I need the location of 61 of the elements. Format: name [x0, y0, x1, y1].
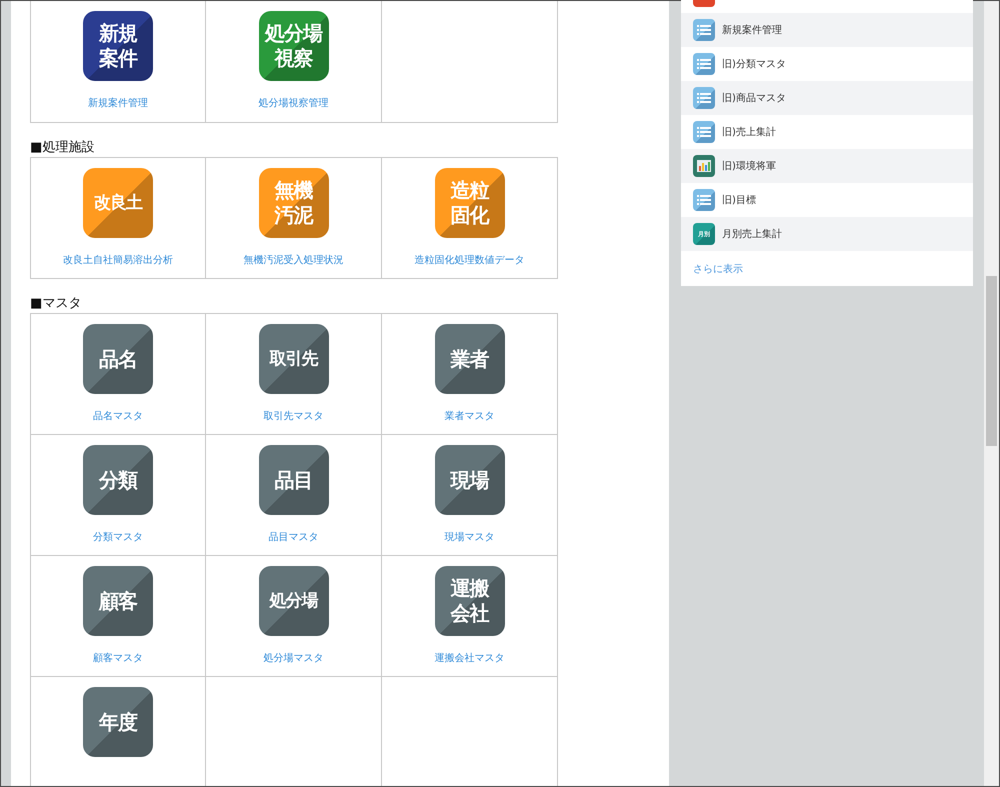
tile-link[interactable]: 処分場視察管理: [258, 97, 328, 110]
menu-item-label[interactable]: 月別売上集計: [722, 227, 782, 241]
app-icon[interactable]: 品目: [258, 445, 328, 515]
icon-label: 顧客: [99, 588, 137, 614]
tile-link[interactable]: 造粒固化処理数値データ: [414, 254, 524, 267]
bar-chart-icon[interactable]: [693, 155, 715, 177]
tile-link[interactable]: 改良土自社簡易溶出分析: [63, 254, 173, 267]
menu-item-label[interactable]: 新規案件管理: [722, 23, 782, 37]
list-icon[interactable]: [693, 121, 715, 143]
icon-label: 品名: [99, 346, 137, 372]
app-icon[interactable]: 年度: [83, 687, 153, 757]
icon-label: 処分場 視察: [265, 21, 322, 71]
icon-label: 分類: [99, 468, 137, 492]
app-icon[interactable]: 分類: [83, 445, 153, 515]
menu-item-label[interactable]: 旧)商品マスタ: [722, 91, 786, 105]
icon-label: 造粒 固化: [450, 178, 488, 228]
show-more-link[interactable]: さらに表示: [693, 262, 743, 276]
app-icon[interactable]: 品名: [83, 324, 153, 394]
icon-label: 品目: [274, 468, 312, 492]
icon-label: 運搬 会社: [450, 576, 488, 626]
icon-label: 業者: [450, 346, 488, 372]
tile-link[interactable]: 処分場マスタ: [264, 652, 324, 665]
icon-label: 無機 汚泥: [274, 178, 312, 228]
app-icon[interactable]: 処分場: [258, 566, 328, 636]
menu-item-label[interactable]: 旧)目標: [722, 193, 756, 207]
tile-link[interactable]: 顧客マスタ: [93, 652, 143, 665]
tile-link[interactable]: 無機汚泥受入処理状況: [244, 254, 344, 267]
scrollbar-thumb[interactable]: [986, 276, 998, 446]
app-icon[interactable]: 顧客: [83, 566, 153, 636]
icon-label: 取引先: [270, 348, 318, 370]
app-icon[interactable]: 現場: [434, 445, 504, 515]
scrollbar[interactable]: [984, 1, 999, 786]
app-icon[interactable]: 無機 汚泥: [258, 168, 328, 238]
list-icon[interactable]: [693, 19, 715, 41]
icon-label: 現場: [450, 468, 488, 492]
app-icon[interactable]: 処分場 視察: [258, 11, 328, 81]
app-icon[interactable]: 業者: [434, 324, 504, 394]
list-icon[interactable]: [693, 53, 715, 75]
icon-label: 年度: [99, 710, 137, 734]
icon-label: 処分場: [270, 590, 318, 612]
tile-link[interactable]: 業者マスタ: [444, 410, 494, 423]
tile-link[interactable]: 取引先マスタ: [264, 410, 324, 423]
menu-item-label[interactable]: 旧)売上集計: [722, 125, 776, 139]
list-icon[interactable]: [693, 87, 715, 109]
tile-link[interactable]: 運搬会社マスタ: [434, 652, 504, 665]
section-heading: ■マスタ: [30, 295, 82, 313]
app-icon[interactable]: 取引先: [258, 324, 328, 394]
icon-label: 新規 案件: [99, 21, 137, 71]
section-heading: ■処理施設: [30, 139, 94, 157]
menu-item-label[interactable]: 旧)分類マスタ: [722, 57, 786, 71]
tile-link[interactable]: 品名マスタ: [93, 410, 143, 423]
icon-label: 改良土: [94, 192, 142, 214]
app-icon[interactable]: 運搬 会社: [434, 566, 504, 636]
tile-link[interactable]: 分類マスタ: [93, 531, 143, 544]
tile-link[interactable]: 品目マスタ: [268, 531, 318, 544]
tile-link[interactable]: 新規案件管理: [88, 97, 148, 110]
app-icon[interactable]: 造粒 固化: [434, 168, 504, 238]
list-icon[interactable]: [693, 189, 715, 211]
menu-item-label[interactable]: 旧)環境将軍: [722, 159, 776, 173]
tile-link[interactable]: 現場マスタ: [444, 531, 494, 544]
app-icon[interactable]: 新規 案件: [83, 11, 153, 81]
